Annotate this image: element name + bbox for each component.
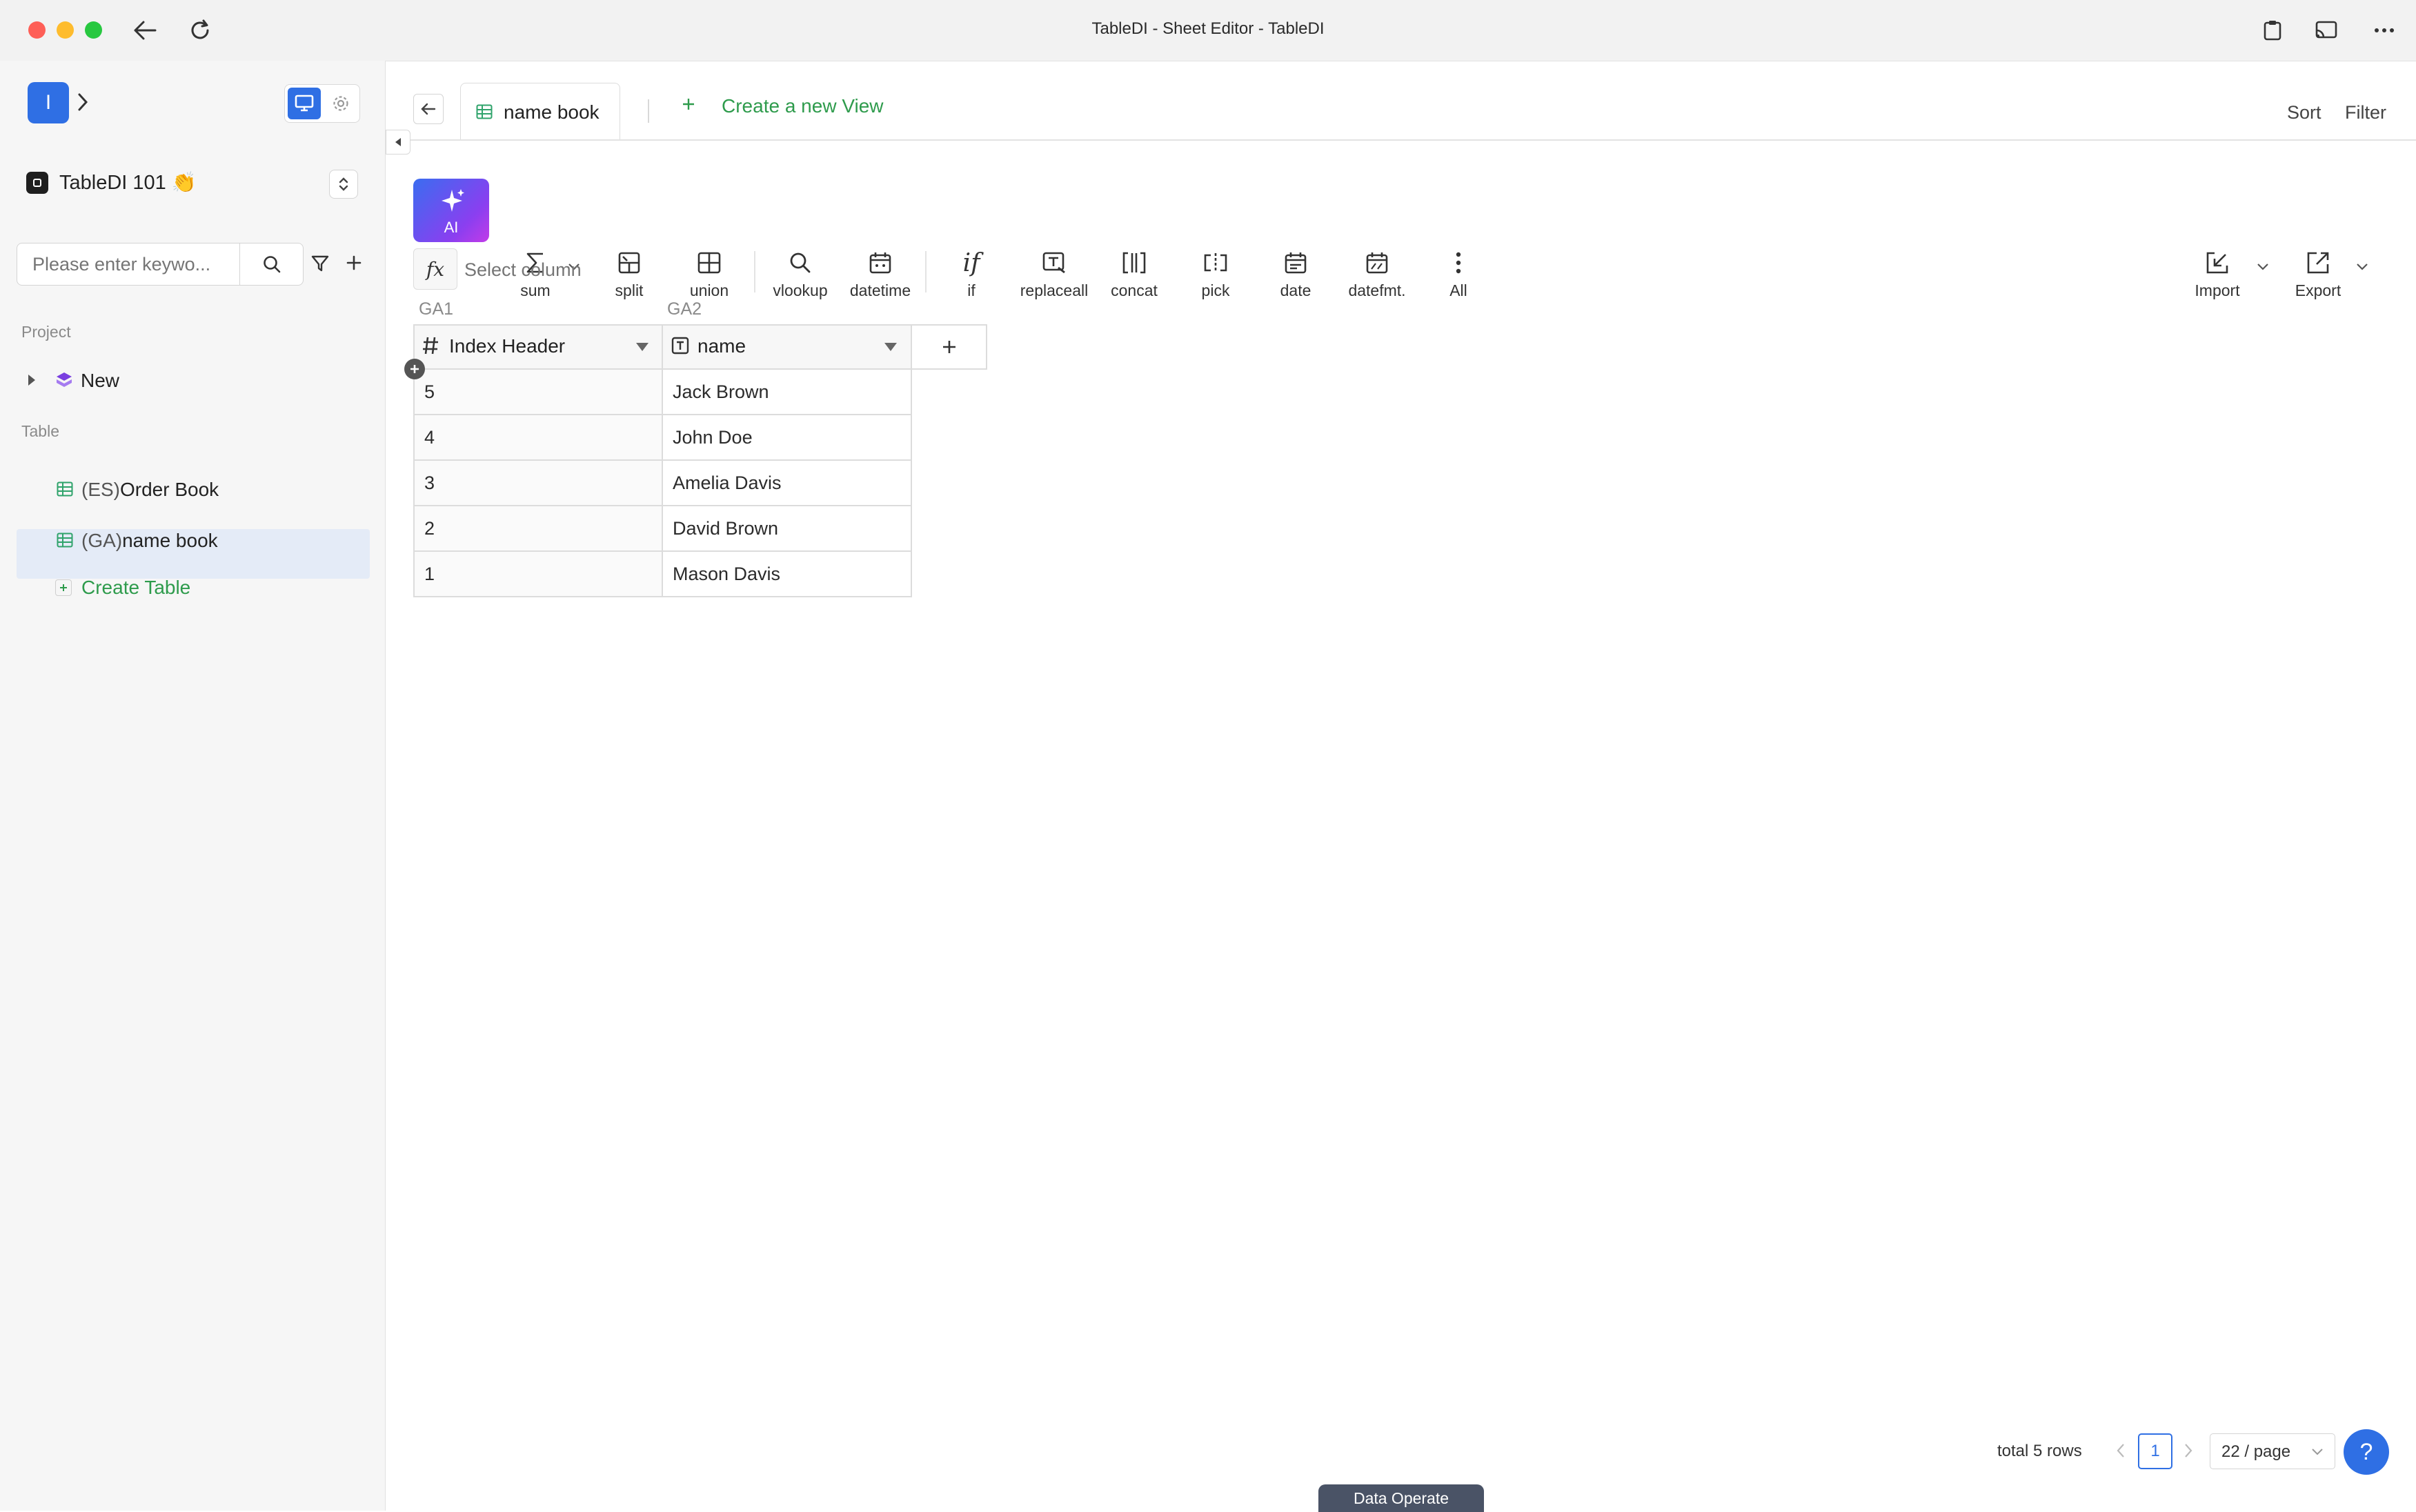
window-title: TableDI - Sheet Editor - TableDI [1091, 19, 1325, 38]
project-item-new[interactable]: New [81, 370, 119, 392]
ai-label: AI [444, 219, 459, 236]
chevron-down-icon[interactable] [2257, 262, 2269, 275]
export-button[interactable]: Export [2280, 182, 2356, 306]
main-content: name book Create a new View Sort Filter … [386, 61, 2416, 1512]
help-button[interactable]: ? [2344, 1429, 2389, 1475]
filter-button[interactable]: Filter [2345, 102, 2386, 123]
table-grid-icon [57, 533, 73, 551]
data-operate-tab[interactable]: Data Operate [1318, 1484, 1484, 1512]
search-icon [263, 256, 280, 273]
cell-index[interactable]: 4 [415, 415, 662, 459]
import-icon [2179, 247, 2255, 279]
chevron-down-icon [2312, 1449, 2323, 1455]
cell-index[interactable]: 1 [415, 552, 662, 596]
sidebar-item-name-book[interactable]: (GA)name book [81, 530, 218, 552]
calendar-format-icon [1339, 247, 1415, 279]
chevron-right-icon[interactable] [77, 92, 88, 115]
number-type-icon [422, 335, 439, 359]
cell-name[interactable]: Jack Brown [663, 370, 911, 414]
settings-icon[interactable] [325, 88, 357, 119]
plus-icon [55, 579, 72, 596]
page-size-value: 22 / page [2221, 1442, 2291, 1461]
tool-date[interactable]: date [1258, 182, 1334, 306]
desktop-view-icon[interactable] [288, 88, 321, 119]
workspace-logo-icon [26, 172, 48, 194]
cell-name[interactable]: David Brown [663, 506, 911, 550]
export-icon [2280, 247, 2356, 279]
table-grid-icon [57, 481, 73, 500]
dropdown-arrow-icon[interactable] [635, 342, 649, 355]
cell-name[interactable]: Mason Davis [663, 552, 911, 596]
create-view-button[interactable]: Create a new View [722, 95, 884, 117]
table-grid-icon [476, 104, 493, 123]
pick-icon [1178, 247, 1254, 279]
more-vertical-icon [1420, 247, 1496, 279]
chevron-down-icon[interactable] [2356, 262, 2368, 275]
text-type-icon [671, 337, 689, 358]
cell-index[interactable]: 3 [415, 461, 662, 505]
sparkle-icon [442, 189, 464, 212]
cell-name[interactable]: Amelia Davis [663, 461, 911, 505]
tool-pick[interactable]: pick [1178, 182, 1254, 306]
workspace-name[interactable]: TableDI 101 👏 [59, 171, 197, 195]
table-prefix: (ES) [81, 479, 120, 500]
cell-name[interactable]: John Doe [663, 415, 911, 459]
next-page-icon[interactable] [2184, 1443, 2193, 1462]
tab-name-book[interactable]: name book [460, 83, 620, 139]
sidebar: I TableDI 101 👏 Project New Table [0, 61, 386, 1511]
import-button[interactable]: Import [2179, 182, 2255, 306]
workspace-switcher-icon[interactable] [329, 170, 358, 199]
tab-divider [648, 99, 649, 123]
cell-index[interactable]: 5 [415, 370, 662, 414]
fx-icon: fx [413, 248, 457, 290]
sidebar-search-input[interactable] [17, 243, 239, 285]
total-rows-text: total 5 rows [1997, 1442, 2082, 1460]
calendar-icon [1258, 247, 1334, 279]
tool-all[interactable]: All [1420, 182, 1496, 306]
project-icon [55, 371, 73, 392]
formula-input[interactable] [463, 248, 1156, 291]
sidebar-item-order-book[interactable]: (ES)Order Book [81, 479, 219, 501]
add-column-button[interactable] [912, 326, 986, 368]
table-prefix: (GA) [81, 530, 123, 551]
page-1-button[interactable]: 1 [2138, 1433, 2172, 1469]
title-bar: TableDI - Sheet Editor - TableDI [0, 0, 2416, 61]
view-toggle [284, 84, 360, 123]
table-name: Order Book [120, 479, 219, 500]
workspace-avatar[interactable]: I [28, 82, 69, 123]
tab-label: name book [504, 101, 600, 123]
sort-button[interactable]: Sort [2287, 102, 2321, 123]
plus-icon [942, 341, 955, 353]
cast-icon[interactable] [2310, 14, 2343, 47]
table-section-label: Table [21, 422, 59, 440]
caret-right-icon[interactable] [28, 374, 36, 390]
plus-icon [681, 97, 696, 115]
tool-label: All [1449, 281, 1467, 299]
column-header-index[interactable]: Index Header [449, 335, 565, 357]
add-icon[interactable] [345, 254, 363, 275]
ai-button[interactable]: AI [413, 179, 489, 242]
cell-index[interactable]: 2 [415, 506, 662, 550]
column-id: GA2 [667, 299, 702, 319]
tool-label: Export [2295, 281, 2341, 299]
collapse-sidebar-icon[interactable] [386, 130, 410, 155]
prev-page-icon[interactable] [2116, 1443, 2126, 1462]
filter-icon[interactable] [310, 254, 330, 277]
search-button[interactable] [240, 243, 304, 286]
table-name: name book [122, 530, 218, 551]
clipboard-icon[interactable] [2256, 14, 2289, 47]
create-table-button[interactable]: Create Table [81, 577, 190, 599]
dropdown-arrow-icon[interactable] [884, 342, 898, 355]
tool-datefmt[interactable]: datefmt. [1339, 182, 1415, 306]
back-arrow-icon[interactable] [413, 94, 444, 124]
project-section-label: Project [21, 323, 71, 341]
page-size-select[interactable]: 22 / page [2210, 1433, 2335, 1469]
column-header-name[interactable]: name [697, 335, 746, 357]
tab-bar-divider [386, 139, 2416, 141]
tool-label: Import [2195, 281, 2240, 299]
sidebar-search-field [17, 243, 240, 286]
column-id: GA1 [419, 299, 454, 319]
more-options-icon[interactable] [2368, 14, 2401, 47]
